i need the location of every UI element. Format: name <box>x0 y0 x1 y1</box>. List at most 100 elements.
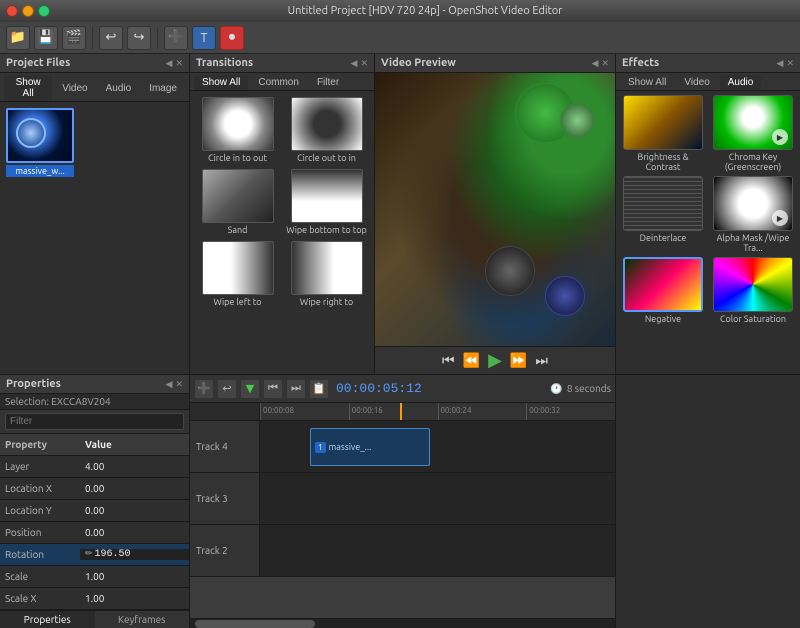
add-button[interactable]: ➕ <box>164 26 188 50</box>
transitions-panel: Transitions ◀ ✕ Show All Common Filter C… <box>190 54 375 374</box>
transition-wipe-left[interactable]: Wipe left to <box>196 241 279 307</box>
minimize-button[interactable] <box>22 5 34 17</box>
prop-val-rotation[interactable]: ✏196.50 <box>80 549 189 560</box>
properties-minimize-icon[interactable]: ◀ <box>166 379 173 390</box>
properties-tab[interactable]: Properties <box>0 611 95 628</box>
effect-thumb-alpha-mask[interactable]: ▶ <box>713 176 793 231</box>
properties-filter[interactable] <box>0 410 189 434</box>
transitions-minimize-icon[interactable]: ◀ <box>351 58 358 69</box>
effects-close-icon[interactable]: ✕ <box>786 58 794 69</box>
prop-val-location-x[interactable]: 0.00 <box>80 483 189 494</box>
track-3-area[interactable] <box>260 473 615 524</box>
video-controls[interactable]: ⏮ ⏪ ▶ ⏩ ⏭ <box>375 346 615 374</box>
effect-negative[interactable]: Negative <box>620 257 706 324</box>
track-2-area[interactable] <box>260 525 615 576</box>
transition-circle-in[interactable]: Circle in to out <box>196 97 279 163</box>
effect-chroma[interactable]: ▶ Chroma Key (Greenscreen) <box>710 95 796 172</box>
effect-thumb-brightness[interactable] <box>623 95 703 150</box>
timeline-scrollbar-h[interactable] <box>190 618 615 628</box>
transition-thumb-circle-out[interactable] <box>291 97 363 151</box>
project-files-tabs[interactable]: Show All Video Audio Image <box>0 73 189 102</box>
prop-val-position[interactable]: 0.00 <box>80 527 189 538</box>
window-controls[interactable] <box>6 5 50 17</box>
play-button[interactable]: ▶ <box>488 350 502 371</box>
effects-tab-audio[interactable]: Audio <box>720 75 762 90</box>
timeline-toolbar[interactable]: ➕ ↩ ▼ ⏮ ⏭ 📋 00:00:05:12 🕐 8 seconds <box>190 375 615 403</box>
transition-wipe-bottom[interactable]: Wipe bottom to top <box>285 169 368 235</box>
file-thumbnail[interactable] <box>6 108 74 163</box>
tab-image[interactable]: Image <box>141 75 185 101</box>
transitions-tab-show-all[interactable]: Show All <box>194 75 248 90</box>
transition-thumb-wipe-right[interactable] <box>291 241 363 295</box>
fast-forward-button[interactable]: ⏩ <box>510 352 527 369</box>
properties-close-icon[interactable]: ✕ <box>175 379 183 390</box>
effect-label-alpha-mask: Alpha Mask /Wipe Tra... <box>710 233 796 253</box>
transitions-controls[interactable]: ◀ ✕ <box>351 58 368 69</box>
tl-copy-button[interactable]: 📋 <box>309 379 329 399</box>
properties-controls[interactable]: ◀ ✕ <box>166 379 183 390</box>
file-item[interactable]: massive_w... <box>6 108 183 177</box>
effect-alpha-mask[interactable]: ▶ Alpha Mask /Wipe Tra... <box>710 176 796 253</box>
transition-circle-out[interactable]: Circle out to in <box>285 97 368 163</box>
effects-minimize-icon[interactable]: ◀ <box>777 58 784 69</box>
tab-audio[interactable]: Audio <box>98 75 140 101</box>
effect-thumb-chroma[interactable]: ▶ <box>713 95 793 150</box>
effect-thumb-color-sat[interactable] <box>713 257 793 312</box>
tl-undo-button[interactable]: ↩ <box>217 379 237 399</box>
effect-deinterlace[interactable]: Deinterlace <box>620 176 706 253</box>
transitions-tab-filter[interactable]: Filter <box>309 75 347 90</box>
tl-end-button[interactable]: ⏭ <box>286 379 306 399</box>
tab-video[interactable]: Video <box>54 75 95 101</box>
transitions-tabs[interactable]: Show All Common Filter <box>190 73 374 91</box>
keyframes-tab[interactable]: Keyframes <box>95 611 190 628</box>
prop-val-location-y[interactable]: 0.00 <box>80 505 189 516</box>
tl-add-button[interactable]: ➕ <box>194 379 214 399</box>
transition-sand[interactable]: Sand <box>196 169 279 235</box>
transition-wipe-right[interactable]: Wipe right to <box>285 241 368 307</box>
new-button[interactable]: 📁 <box>6 26 30 50</box>
transition-thumb-wipe-bottom[interactable] <box>291 169 363 223</box>
rewind-button[interactable]: ⏪ <box>463 352 480 369</box>
tl-menu-button[interactable]: ▼ <box>240 379 260 399</box>
effect-color-sat[interactable]: Color Saturation <box>710 257 796 324</box>
properties-title: Properties <box>6 378 61 390</box>
transitions-close-icon[interactable]: ✕ <box>360 58 368 69</box>
prop-val-scale-x[interactable]: 1.00 <box>80 593 189 604</box>
properties-filter-input[interactable] <box>5 413 184 430</box>
panel-close-icon[interactable]: ✕ <box>175 58 183 69</box>
import-button[interactable]: 🎬 <box>62 26 86 50</box>
redo-button[interactable]: ↪ <box>127 26 151 50</box>
effects-tab-video[interactable]: Video <box>676 75 717 90</box>
skip-end-button[interactable]: ⏭ <box>535 352 548 369</box>
property-scale-x: Scale X 1.00 <box>0 588 189 610</box>
maximize-button[interactable] <box>38 5 50 17</box>
undo-button[interactable]: ↩ <box>99 26 123 50</box>
skip-start-button[interactable]: ⏮ <box>442 352 455 369</box>
panel-minimize-icon[interactable]: ◀ <box>166 58 173 69</box>
effects-tab-show-all[interactable]: Show All <box>620 75 674 90</box>
record-button[interactable]: ⏺ <box>220 26 244 50</box>
effects-controls[interactable]: ◀ ✕ <box>777 58 794 69</box>
video-minimize-icon[interactable]: ◀ <box>592 58 599 69</box>
effects-tabs[interactable]: Show All Video Audio <box>616 73 800 91</box>
panel-controls[interactable]: ◀ ✕ <box>166 58 183 69</box>
tab-show-all[interactable]: Show All <box>4 75 52 101</box>
transition-thumb-circle-in[interactable] <box>202 97 274 151</box>
effect-thumb-deinterlace[interactable] <box>623 176 703 231</box>
scrollbar-thumb[interactable] <box>195 620 315 628</box>
effect-brightness[interactable]: Brightness & Contrast <box>620 95 706 172</box>
title-button[interactable]: T <box>192 26 216 50</box>
transition-thumb-wipe-left[interactable] <box>202 241 274 295</box>
prop-val-layer[interactable]: 4.00 <box>80 461 189 472</box>
track-4-clip[interactable]: 1 massive_... <box>310 428 430 466</box>
track-4-area[interactable]: 1 massive_... <box>260 421 615 472</box>
transitions-tab-common[interactable]: Common <box>250 75 307 90</box>
video-close-icon[interactable]: ✕ <box>601 58 609 69</box>
transition-thumb-sand[interactable] <box>202 169 274 223</box>
properties-footer[interactable]: Properties Keyframes <box>0 610 189 628</box>
tl-start-button[interactable]: ⏮ <box>263 379 283 399</box>
video-preview-controls[interactable]: ◀ ✕ <box>592 58 609 69</box>
effect-thumb-negative[interactable] <box>623 257 703 312</box>
close-button[interactable] <box>6 5 18 17</box>
save-button[interactable]: 💾 <box>34 26 58 50</box>
